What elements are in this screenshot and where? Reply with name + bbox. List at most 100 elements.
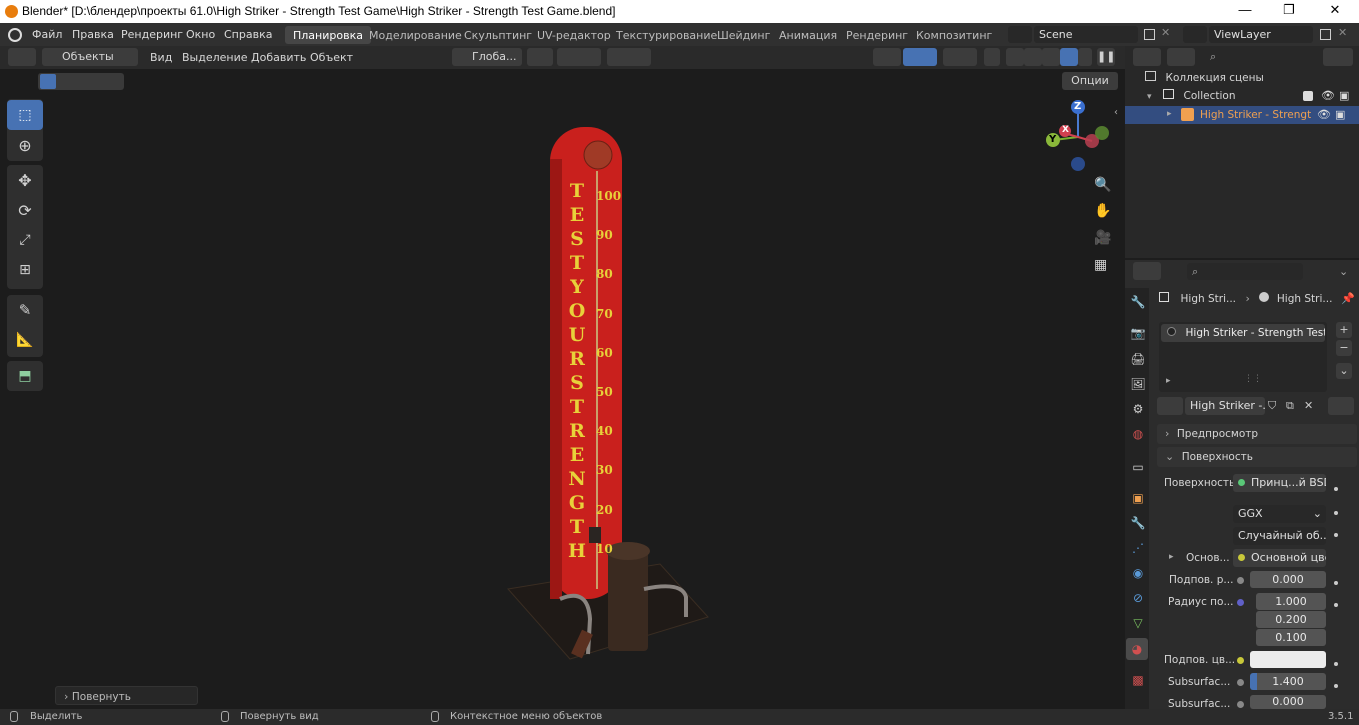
subsurface-weight-field[interactable]: 0.000 bbox=[1250, 571, 1326, 588]
keyframe-dot[interactable] bbox=[1334, 533, 1338, 537]
scene-selector[interactable]: Scene bbox=[1034, 26, 1138, 43]
eye-icon[interactable]: 👁 bbox=[1321, 89, 1335, 102]
scene-icon[interactable] bbox=[1008, 26, 1032, 43]
select-menu[interactable]: Выделение bbox=[182, 51, 248, 64]
object-menu[interactable]: Объект bbox=[310, 51, 353, 64]
outliner-row-collection[interactable]: ▾ Collection 👁 ▣ bbox=[1147, 89, 1359, 107]
viewlayer-new-icon[interactable] bbox=[1320, 29, 1331, 40]
preview-panel-header[interactable]: › Предпросмотр bbox=[1157, 424, 1357, 444]
scene-new-icon[interactable] bbox=[1144, 29, 1155, 40]
shading-material[interactable] bbox=[1042, 48, 1060, 66]
workspace-tab-sculpting[interactable]: Скульптинг bbox=[456, 26, 540, 44]
measure-tool[interactable]: 📐 bbox=[7, 325, 43, 355]
viewlayer-delete-icon[interactable]: ✕ bbox=[1338, 26, 1347, 39]
collapse-arrow-icon[interactable]: ‹ bbox=[1114, 107, 1118, 118]
distribution-dropdown[interactable]: GGX ⌄ bbox=[1233, 505, 1326, 523]
menu-edit[interactable]: Правка bbox=[72, 28, 114, 41]
move-tool[interactable]: ✥ bbox=[7, 165, 43, 195]
maximize-button[interactable]: ❐ bbox=[1274, 2, 1304, 18]
outliner-display-mode[interactable] bbox=[1167, 48, 1195, 66]
annotate-tool[interactable]: ✎ bbox=[7, 295, 43, 325]
object-mode-dropdown[interactable]: Объекты bbox=[42, 48, 138, 66]
menu-window[interactable]: Окно bbox=[186, 28, 215, 41]
keyframe-dot[interactable] bbox=[1334, 511, 1338, 515]
properties-search-input[interactable]: ⌕ bbox=[1187, 263, 1303, 280]
expand-arrow-icon[interactable]: ▸ bbox=[1167, 109, 1172, 119]
list-expand-icon[interactable]: ▸ bbox=[1166, 376, 1171, 386]
gizmo-neg-y[interactable] bbox=[1095, 126, 1109, 140]
workspace-tab-rendering[interactable]: Рендеринг bbox=[838, 26, 916, 44]
select-new-icon[interactable] bbox=[40, 74, 56, 89]
material-slot-item[interactable]: High Striker - Strength Test... bbox=[1161, 324, 1325, 342]
world-tab-icon[interactable]: ◍ bbox=[1130, 426, 1146, 442]
material-name-field[interactable]: High Striker -... bbox=[1185, 397, 1265, 415]
xray-toggle[interactable] bbox=[984, 48, 1000, 66]
keyframe-dot[interactable] bbox=[1334, 487, 1338, 491]
transform-orientation-dropdown[interactable]: Глоба... bbox=[452, 48, 522, 66]
gizmo-neg-z[interactable] bbox=[1071, 157, 1085, 171]
menu-help[interactable]: Справка bbox=[224, 28, 272, 41]
scale-tool[interactable]: ⤢ bbox=[7, 225, 43, 255]
output-tab-icon[interactable]: 🖨 bbox=[1130, 351, 1146, 367]
menu-file[interactable]: Файл bbox=[32, 28, 62, 41]
options-dropdown[interactable]: Опции bbox=[1062, 72, 1118, 90]
properties-editor-type[interactable] bbox=[1133, 262, 1161, 280]
remove-slot-button[interactable]: − bbox=[1336, 340, 1352, 356]
workspace-tab-shading[interactable]: Шейдинг bbox=[709, 26, 778, 44]
surface-panel-header[interactable]: ⌄ Поверхность bbox=[1157, 447, 1357, 467]
3d-viewport[interactable]: Опции ⬚ ⊕ ✥ ⟳ ⤢ ⊞ ✎ 📐 ⬒ TEST YOUR STRENG… bbox=[0, 69, 1125, 709]
workspace-tab-uv[interactable]: UV-редактор bbox=[529, 26, 619, 44]
select-box-tool[interactable]: ⬚ bbox=[7, 100, 43, 130]
base-color-field[interactable]: Основной цвет bbox=[1233, 549, 1326, 567]
pivot-point-button[interactable] bbox=[527, 48, 553, 66]
minimize-button[interactable]: — bbox=[1230, 2, 1260, 17]
unlink-material-icon[interactable]: ✕ bbox=[1304, 399, 1313, 412]
workspace-tab-modeling[interactable]: Моделирование bbox=[361, 26, 470, 44]
selection-mode-buttons[interactable] bbox=[38, 73, 124, 90]
outliner-editor-type[interactable] bbox=[1133, 48, 1161, 66]
gizmo-toggle[interactable] bbox=[903, 48, 937, 66]
close-button[interactable]: ✕ bbox=[1320, 2, 1350, 18]
pan-hand-icon[interactable]: ✋ bbox=[1094, 203, 1111, 219]
data-tab-icon[interactable]: ▽ bbox=[1130, 615, 1146, 631]
add-cube-tool[interactable]: ⬒ bbox=[7, 361, 43, 391]
subsurface-radius-x[interactable]: 1.000 bbox=[1256, 593, 1326, 610]
keyframe-dot[interactable] bbox=[1334, 684, 1338, 688]
duplicate-material-icon[interactable]: ⧉ bbox=[1286, 399, 1294, 413]
physics-tab-icon[interactable]: ◉ bbox=[1130, 565, 1146, 581]
scene-delete-icon[interactable]: ✕ bbox=[1161, 26, 1170, 39]
properties-options-icon[interactable]: ⌄ bbox=[1339, 265, 1348, 278]
render-camera-icon[interactable]: ▣ bbox=[1335, 108, 1345, 121]
render-tab-icon[interactable]: 📷 bbox=[1130, 325, 1146, 341]
material-browse-button[interactable] bbox=[1157, 397, 1183, 415]
pin-icon[interactable]: 📌 bbox=[1341, 292, 1355, 305]
rotate-tool[interactable]: ⟳ bbox=[7, 195, 43, 225]
workspace-tab-layout[interactable]: Планировка bbox=[285, 26, 371, 44]
modifier-tab-icon[interactable]: 🔧 bbox=[1130, 515, 1146, 531]
eye-icon[interactable]: 👁 bbox=[1317, 108, 1331, 121]
material-link-dropdown[interactable] bbox=[1328, 397, 1354, 415]
view-menu[interactable]: Вид bbox=[150, 51, 172, 64]
menu-render[interactable]: Рендеринг bbox=[121, 28, 183, 41]
exclude-checkbox[interactable] bbox=[1303, 91, 1313, 101]
workspace-tab-animation[interactable]: Анимация bbox=[771, 26, 845, 44]
workspace-tab-compositing[interactable]: Композитинг bbox=[908, 26, 1000, 44]
transform-tool[interactable]: ⊞ bbox=[7, 255, 43, 285]
snap-toggle[interactable] bbox=[557, 48, 601, 66]
proportional-edit-button[interactable] bbox=[607, 48, 651, 66]
object-tab-icon[interactable]: ▣ bbox=[1130, 490, 1146, 506]
subsurface-color-swatch[interactable] bbox=[1250, 651, 1326, 668]
expand-arrow-icon[interactable]: ▸ bbox=[1169, 552, 1174, 562]
pause-render-button[interactable]: ❚❚ bbox=[1097, 48, 1115, 66]
tool-tab-icon[interactable]: 🔧 bbox=[1130, 294, 1146, 310]
editor-type-button[interactable] bbox=[8, 48, 36, 66]
expand-arrow-icon[interactable]: ▾ bbox=[1147, 92, 1152, 102]
material-tab-icon[interactable]: ◕ bbox=[1126, 638, 1148, 660]
keyframe-dot[interactable] bbox=[1334, 662, 1338, 666]
collection-tab-icon[interactable]: ▭ bbox=[1130, 459, 1146, 475]
add-menu[interactable]: Добавить bbox=[251, 51, 306, 64]
blender-menu-icon[interactable] bbox=[8, 28, 22, 42]
viewlayer-icon[interactable] bbox=[1183, 26, 1207, 43]
visibility-button[interactable] bbox=[873, 48, 901, 66]
last-operation-panel[interactable]: › Повернуть bbox=[55, 686, 198, 705]
